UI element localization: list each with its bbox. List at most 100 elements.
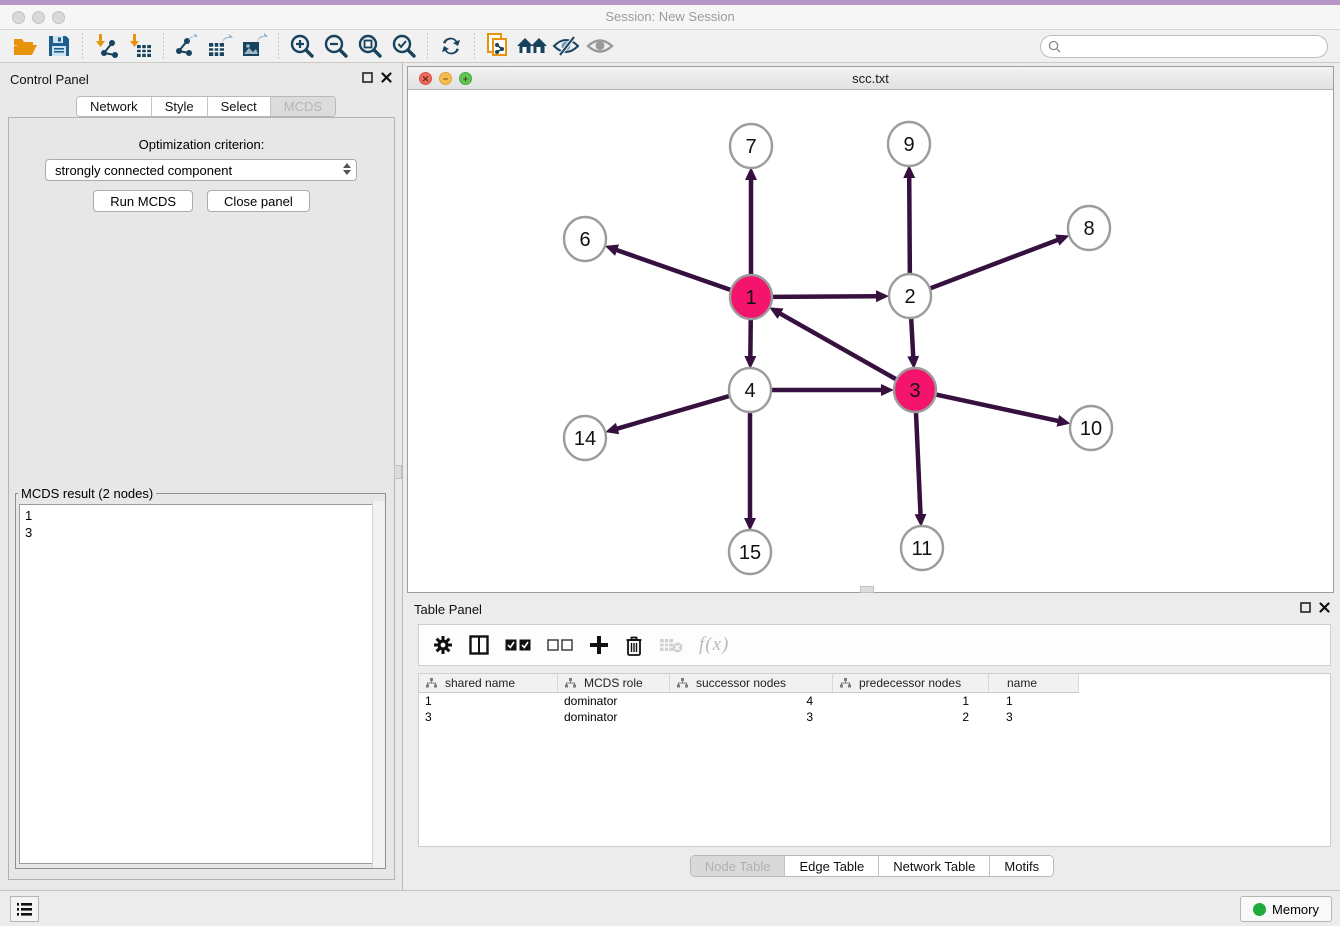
search-field[interactable] [1040, 35, 1328, 58]
table-cell[interactable]: dominator [558, 693, 670, 709]
table-panel-title: Table Panel [414, 602, 482, 617]
control-panel: Control Panel Network Style Select MCDS … [0, 63, 403, 890]
close-panel-icon[interactable] [381, 72, 392, 83]
edge-3-10[interactable] [936, 394, 1059, 421]
node-10[interactable]: 10 [1070, 406, 1112, 450]
node-15[interactable]: 15 [729, 530, 771, 574]
houses-icon[interactable] [516, 32, 548, 60]
tab-motifs[interactable]: Motifs [990, 856, 1053, 876]
tab-style[interactable]: Style [152, 97, 208, 116]
column-layout-icon[interactable] [469, 635, 489, 655]
node-2[interactable]: 2 [889, 274, 931, 318]
zoom-in-icon[interactable] [286, 32, 318, 60]
export-image-icon[interactable] [239, 32, 271, 60]
table-tabs: Node Table Edge Table Network Table Moti… [404, 855, 1340, 877]
edge-2-8[interactable] [930, 240, 1059, 289]
status-bar: Memory [0, 890, 1340, 926]
column-header-MCDS-role[interactable]: MCDS role [558, 674, 670, 693]
zoom-out-icon[interactable] [320, 32, 352, 60]
tab-mcds[interactable]: MCDS [271, 97, 335, 116]
refresh-icon[interactable] [435, 32, 467, 60]
svg-text:11: 11 [912, 538, 933, 560]
export-network-icon[interactable] [171, 32, 203, 60]
unselect-all-columns-icon[interactable] [547, 639, 573, 652]
task-history-button[interactable] [10, 896, 39, 922]
zoom-fit-icon[interactable] [354, 32, 386, 60]
open-file-icon[interactable] [9, 32, 41, 60]
tab-select[interactable]: Select [208, 97, 271, 116]
table-cell[interactable]: 3 [670, 709, 833, 725]
table-row[interactable]: 3dominator323 [419, 709, 1330, 725]
edge-1-2[interactable] [772, 296, 877, 297]
table-row[interactable]: 1dominator411 [419, 693, 1330, 709]
table-cell[interactable]: 1 [989, 693, 1079, 709]
select-all-columns-icon[interactable] [505, 639, 531, 652]
edge-1-6[interactable] [616, 250, 731, 290]
memory-button[interactable]: Memory [1240, 896, 1332, 922]
svg-text:1: 1 [745, 287, 756, 309]
edge-3-11[interactable] [916, 411, 921, 515]
node-3[interactable]: 3 [894, 368, 936, 412]
node-8[interactable]: 8 [1068, 206, 1110, 250]
table-cell[interactable]: 1 [419, 693, 558, 709]
table-cell[interactable]: dominator [558, 709, 670, 725]
node-6[interactable]: 6 [564, 217, 606, 261]
duplicate-network-icon[interactable] [482, 32, 514, 60]
splitter-handle[interactable] [394, 465, 402, 479]
tab-network-table[interactable]: Network Table [879, 856, 990, 876]
add-column-icon[interactable] [589, 635, 609, 655]
network-canvas[interactable]: 7 9 6 8 1 2 4 3 14 10 15 11 [408, 90, 1333, 592]
float-panel-icon[interactable] [1300, 602, 1311, 613]
edge-4-14[interactable] [617, 396, 730, 429]
gear-icon[interactable] [433, 635, 453, 655]
main-toolbar [0, 30, 1340, 63]
mcds-result-text[interactable]: 13 [19, 504, 382, 864]
criterion-dropdown[interactable]: strongly connected component [45, 159, 357, 181]
network-graph[interactable]: 7 9 6 8 1 2 4 3 14 10 15 11 [408, 90, 1333, 592]
tab-network[interactable]: Network [77, 97, 152, 116]
table-cell[interactable]: 4 [670, 693, 833, 709]
result-scrollbar[interactable] [372, 501, 385, 868]
delete-table-icon[interactable] [659, 637, 683, 653]
save-session-icon[interactable] [43, 32, 75, 60]
search-input[interactable] [1065, 40, 1327, 54]
delete-column-icon[interactable] [625, 635, 643, 656]
run-mcds-button[interactable]: Run MCDS [93, 190, 193, 212]
svg-text:14: 14 [574, 428, 596, 450]
zoom-selected-icon[interactable] [388, 32, 420, 60]
node-14[interactable]: 14 [564, 416, 606, 460]
tab-edge-table[interactable]: Edge Table [785, 856, 879, 876]
show-eye-icon[interactable] [584, 32, 616, 60]
node-7[interactable]: 7 [730, 124, 772, 168]
mcds-result-title: MCDS result (2 nodes) [18, 486, 156, 501]
splitter-handle[interactable] [860, 586, 874, 593]
node-11[interactable]: 11 [901, 526, 943, 570]
window-title: Session: New Session [0, 9, 1340, 24]
table-cell[interactable]: 3 [989, 709, 1079, 725]
close-panel-icon[interactable] [1319, 602, 1330, 613]
import-network-icon[interactable] [90, 32, 122, 60]
svg-text:4: 4 [744, 380, 755, 402]
table-cell[interactable]: 3 [419, 709, 558, 725]
export-table-icon[interactable] [205, 32, 237, 60]
edge-3-1[interactable] [780, 313, 897, 379]
edge-2-9[interactable] [909, 177, 910, 275]
column-header-successor-nodes[interactable]: successor nodes [670, 674, 833, 693]
optimization-criterion-label: Optimization criterion: [9, 137, 394, 152]
table-cell[interactable]: 2 [833, 709, 989, 725]
edge-2-3[interactable] [911, 317, 913, 357]
close-panel-button[interactable]: Close panel [207, 190, 310, 212]
function-builder-icon[interactable]: f(x) [699, 634, 729, 656]
node-4[interactable]: 4 [729, 368, 771, 412]
column-header-name[interactable]: name [989, 674, 1079, 693]
import-table-icon[interactable] [124, 32, 156, 60]
hide-eye-icon[interactable] [550, 32, 582, 60]
column-header-predecessor-nodes[interactable]: predecessor nodes [833, 674, 989, 693]
tab-node-table[interactable]: Node Table [691, 856, 786, 876]
node-1[interactable]: 1 [730, 275, 772, 319]
column-header-shared-name[interactable]: shared name [419, 674, 558, 693]
node-9[interactable]: 9 [888, 122, 930, 166]
float-panel-icon[interactable] [362, 72, 373, 83]
table-cell[interactable]: 1 [833, 693, 989, 709]
network-frame-titlebar[interactable]: ✕ − + scc.txt [408, 67, 1333, 90]
